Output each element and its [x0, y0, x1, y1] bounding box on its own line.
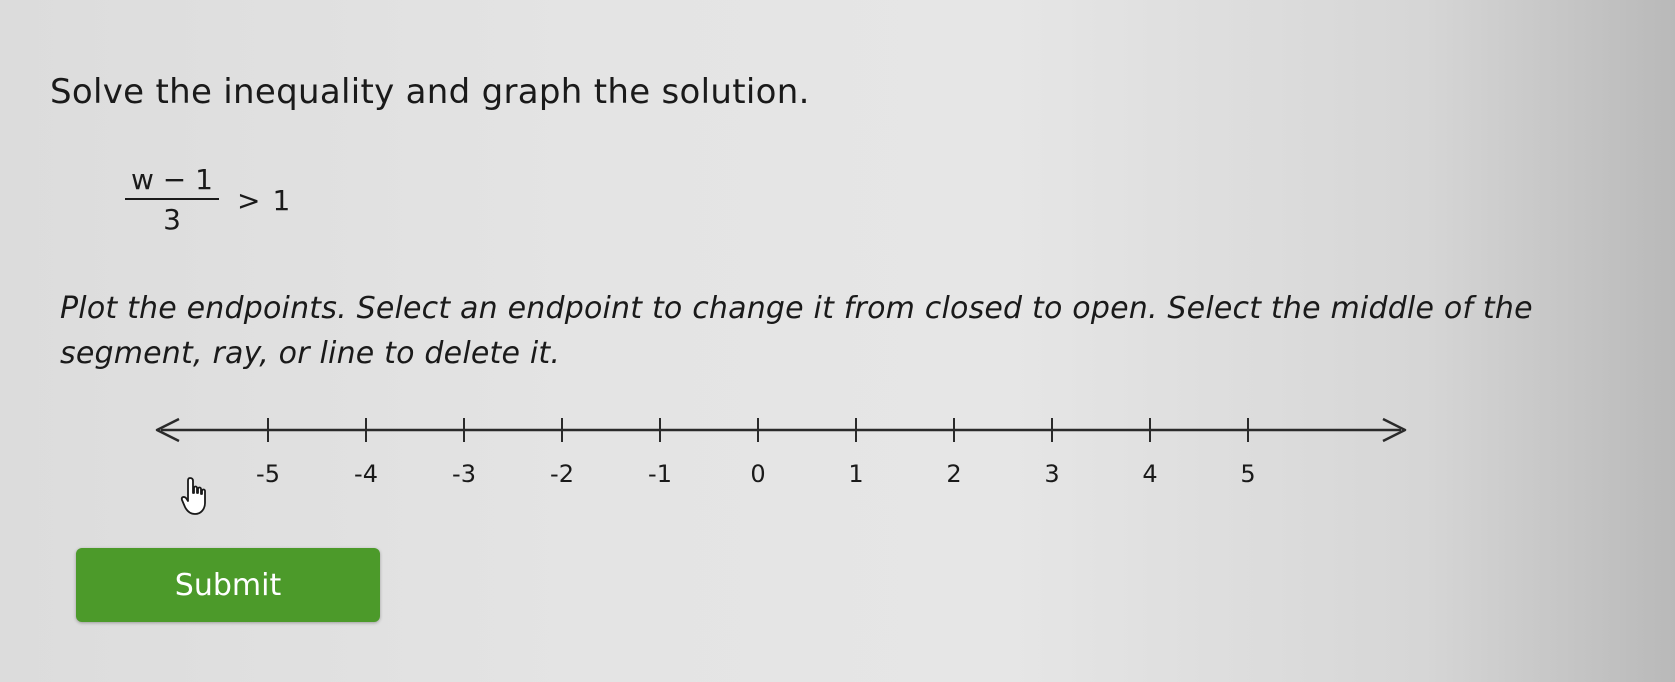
submit-button[interactable]: Submit — [76, 548, 380, 622]
question-title: Solve the inequality and graph the solut… — [50, 72, 810, 112]
fraction-denominator: 3 — [163, 203, 181, 236]
tick-label: 2 — [946, 460, 961, 488]
inequality-relation: > — [236, 183, 261, 217]
tick-label: -3 — [452, 460, 476, 488]
tick-label: -1 — [648, 460, 672, 488]
hand-pointer-icon — [180, 476, 214, 520]
fraction-numerator: w − 1 — [125, 166, 219, 200]
instructions: Plot the endpoints. Select an endpoint t… — [60, 291, 1533, 371]
tick-label: -4 — [354, 460, 378, 488]
tick-label: 4 — [1142, 460, 1157, 488]
tick-label: 3 — [1044, 460, 1059, 488]
tick-label: 1 — [848, 460, 863, 488]
tick-label: -5 — [256, 460, 280, 488]
number-line[interactable]: -5 -4 -3 -2 -1 0 1 2 3 4 5 — [0, 400, 1675, 510]
tick-label: 5 — [1240, 460, 1255, 488]
tick-label: -2 — [550, 460, 574, 488]
inequality: w − 1 3 > 1 — [125, 160, 290, 240]
tick-label: 0 — [750, 460, 765, 488]
fraction: w − 1 3 — [125, 166, 219, 234]
inequality-right-side: 1 — [272, 183, 291, 217]
